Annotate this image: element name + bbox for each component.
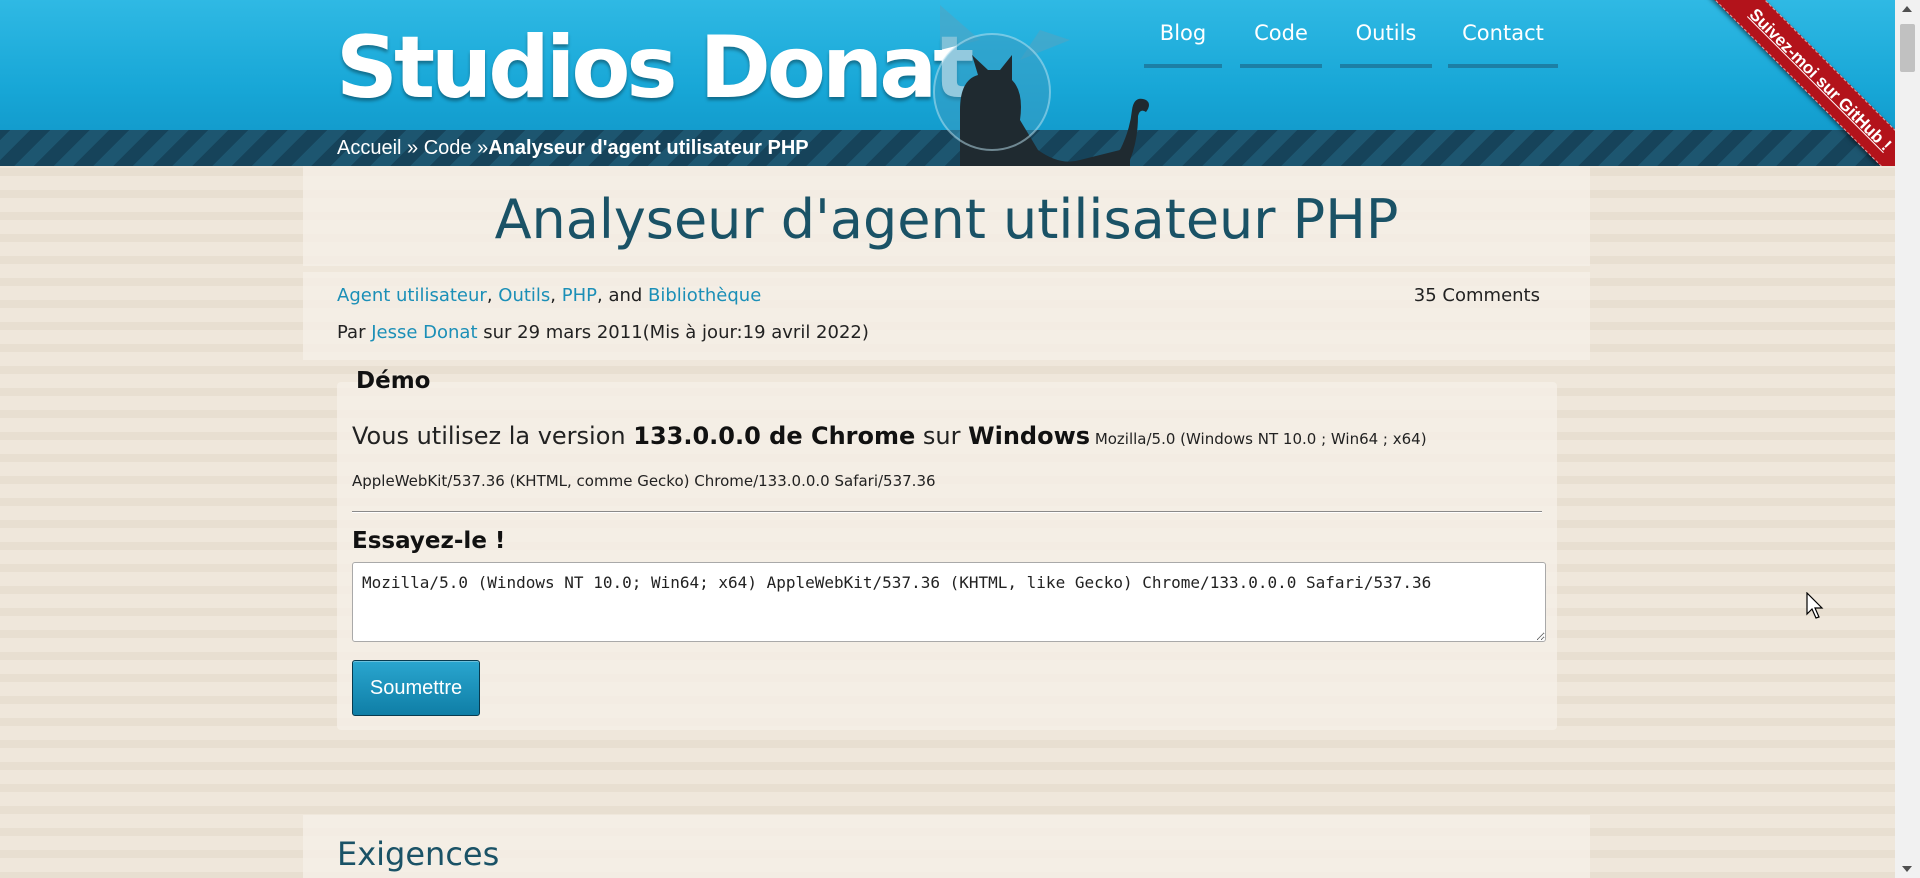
breadcrumb: Accueil » Code »Analyseur d'agent utilis… bbox=[337, 137, 809, 160]
requirements-section: Exigences bbox=[303, 815, 1590, 878]
user-agent-line-2: AppleWebKit/537.36 (KHTML, comme Gecko) … bbox=[352, 472, 936, 490]
breadcrumb-code-link[interactable]: Code bbox=[424, 137, 472, 159]
detected-browser: 133.0.0.0 de Chrome bbox=[633, 422, 916, 450]
vertical-scrollbar[interactable] bbox=[1895, 0, 1920, 878]
article-title-box: Analyseur d'agent utilisateur PHP bbox=[303, 166, 1590, 266]
scroll-down-arrow-icon[interactable] bbox=[1902, 866, 1912, 872]
nav-contact[interactable]: Contact bbox=[1448, 18, 1558, 68]
breadcrumb-home-link[interactable]: Accueil bbox=[337, 137, 401, 159]
tag-separator: , and bbox=[597, 285, 649, 306]
tag-link[interactable]: Agent utilisateur bbox=[337, 285, 487, 306]
version-intro: Vous utilisez la version bbox=[352, 422, 634, 450]
byline-date: sur 29 mars 2011(Mis à jour:19 avril 202… bbox=[477, 322, 869, 343]
tag-separator: , bbox=[550, 285, 562, 306]
nav-code[interactable]: Code bbox=[1240, 18, 1322, 68]
byline-prefix: Par bbox=[337, 322, 372, 343]
user-agent-input[interactable]: Mozilla/5.0 (Windows NT 10.0; Win64; x64… bbox=[352, 562, 1546, 642]
breadcrumb-current: Analyseur d'agent utilisateur PHP bbox=[488, 137, 809, 159]
submit-button[interactable]: Soumettre bbox=[352, 660, 480, 716]
tag-link[interactable]: Bibliothèque bbox=[648, 285, 761, 306]
demo-section: Démo Vous utilisez la version 133.0.0.0 … bbox=[337, 368, 1557, 730]
divider bbox=[352, 511, 1542, 513]
scroll-thumb[interactable] bbox=[1900, 24, 1915, 72]
tag-separator: , bbox=[486, 285, 499, 306]
site-header: Studios Donat Accueil » Code »Analyseur … bbox=[0, 0, 1895, 166]
comments-count-link[interactable]: 35 Comments bbox=[1414, 285, 1540, 306]
user-agent-line-1: Mozilla/5.0 (Windows NT 10.0 ; Win64 ; x… bbox=[1090, 430, 1427, 448]
tag-link[interactable]: Outils bbox=[498, 285, 550, 306]
mouse-cursor-icon bbox=[1806, 592, 1824, 619]
version-sur: sur bbox=[915, 422, 969, 450]
page-title: Analyseur d'agent utilisateur PHP bbox=[494, 188, 1399, 251]
author-link[interactable]: Jesse Donat bbox=[371, 322, 477, 343]
nav-blog[interactable]: Blog bbox=[1144, 18, 1222, 68]
article-meta: Agent utilisateur, Outils, PHP, and Bibl… bbox=[303, 272, 1590, 360]
site-logo-title[interactable]: Studios Donat bbox=[336, 18, 974, 118]
tag-list: Agent utilisateur, Outils, PHP, and Bibl… bbox=[337, 285, 761, 306]
tag-link[interactable]: PHP bbox=[562, 285, 597, 306]
scroll-up-arrow-icon[interactable] bbox=[1902, 6, 1912, 12]
page: Studios Donat Accueil » Code »Analyseur … bbox=[0, 0, 1920, 878]
requirements-title: Exigences bbox=[337, 835, 500, 873]
breadcrumb-separator: » bbox=[401, 137, 424, 159]
byline: Par Jesse Donat sur 29 mars 2011(Mis à j… bbox=[337, 322, 869, 343]
nav-outils[interactable]: Outils bbox=[1340, 18, 1432, 68]
breadcrumb-separator: » bbox=[471, 137, 489, 159]
try-it-title: Essayez-le ! bbox=[352, 528, 506, 554]
detected-version-text: Vous utilisez la version 133.0.0.0 de Ch… bbox=[352, 422, 1427, 450]
detected-os: Windows bbox=[968, 422, 1091, 450]
demo-title: Démo bbox=[356, 368, 431, 394]
